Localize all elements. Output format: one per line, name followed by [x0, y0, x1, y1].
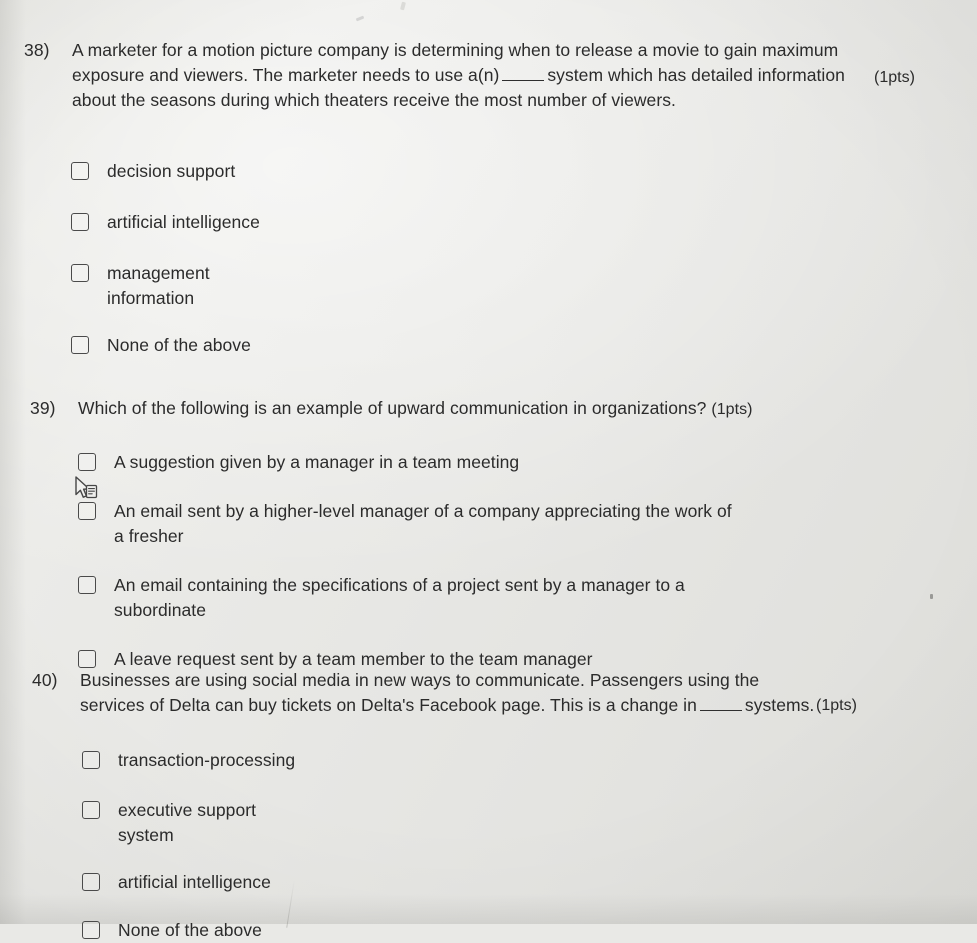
checkbox-q40-3[interactable] [82, 873, 100, 891]
option-label-q38-4: None of the above [107, 335, 251, 355]
option-q40-2[interactable]: executive support system [82, 798, 977, 848]
option-q38-2[interactable]: artificial intelligence [71, 210, 977, 235]
question-38-number: 38) [24, 40, 50, 60]
option-label-q40-3: artificial intelligence [118, 872, 271, 892]
question-40-stem-part2: systems. [744, 695, 815, 715]
question-39-options: A suggestion given by a manager in a tea… [0, 450, 977, 672]
checkbox-q38-1[interactable] [71, 162, 89, 180]
checkbox-q38-2[interactable] [71, 213, 89, 231]
question-38-options: decision support artificial intelligence… [0, 159, 977, 358]
option-label-q40-4: None of the above [118, 920, 262, 940]
checkbox-q39-4[interactable] [78, 650, 96, 668]
question-38-blank [502, 68, 545, 81]
checkbox-q38-4[interactable] [71, 336, 89, 354]
option-q38-3[interactable]: management information [71, 261, 977, 311]
option-q40-4[interactable]: None of the above [82, 918, 977, 943]
question-38: 38) A marketer for a motion picture comp… [0, 38, 977, 113]
question-39-text: Which of the following is an example of … [78, 396, 938, 422]
question-38-text: A marketer for a motion picture company … [72, 38, 872, 113]
option-label-q40-2: executive support system [118, 800, 257, 845]
option-q38-1[interactable]: decision support [71, 159, 977, 184]
checkbox-q39-2[interactable] [78, 502, 96, 520]
option-label-q39-2: An email sent by a higher-level manager … [114, 501, 732, 546]
option-q39-1[interactable]: A suggestion given by a manager in a tea… [78, 450, 977, 475]
option-label-q38-1: decision support [107, 161, 236, 181]
checkbox-q40-2[interactable] [82, 801, 100, 819]
checkbox-q40-1[interactable] [82, 751, 100, 769]
option-q39-2[interactable]: An email sent by a higher-level manager … [78, 499, 977, 549]
option-label-q39-3: An email containing the specifications o… [114, 575, 685, 620]
option-q39-3[interactable]: An email containing the specifications o… [78, 573, 977, 623]
checkbox-q39-3[interactable] [78, 576, 96, 594]
checkbox-q39-1[interactable] [78, 453, 96, 471]
option-label-q39-1: A suggestion given by a manager in a tea… [114, 452, 520, 472]
option-label-q38-3: management information [107, 263, 210, 308]
question-40-options: transaction-processing executive support… [0, 748, 977, 943]
question-40: 40) Businesses are using social media in… [0, 668, 977, 718]
question-39-number: 39) [30, 398, 56, 418]
option-label-q40-1: transaction-processing [118, 750, 296, 770]
checkbox-q38-3[interactable] [71, 264, 89, 282]
question-40-stem-part1: Businesses are using social media in new… [80, 670, 760, 715]
question-40-number: 40) [32, 670, 58, 690]
option-q40-3[interactable]: artificial intelligence [82, 870, 977, 895]
question-40-points: (1pts) [816, 697, 857, 714]
question-38-points: (1pts) [874, 69, 915, 86]
question-39-points: (1pts) [711, 401, 753, 418]
option-label-q38-2: artificial intelligence [107, 212, 260, 232]
question-39-stem: Which of the following is an example of … [78, 398, 707, 418]
question-39: 39) Which of the following is an example… [0, 396, 977, 422]
option-q40-1[interactable]: transaction-processing [82, 748, 977, 773]
option-q38-4[interactable]: None of the above [71, 333, 977, 358]
question-40-blank [699, 698, 742, 711]
question-40-text: Businesses are using social media in new… [80, 668, 820, 718]
